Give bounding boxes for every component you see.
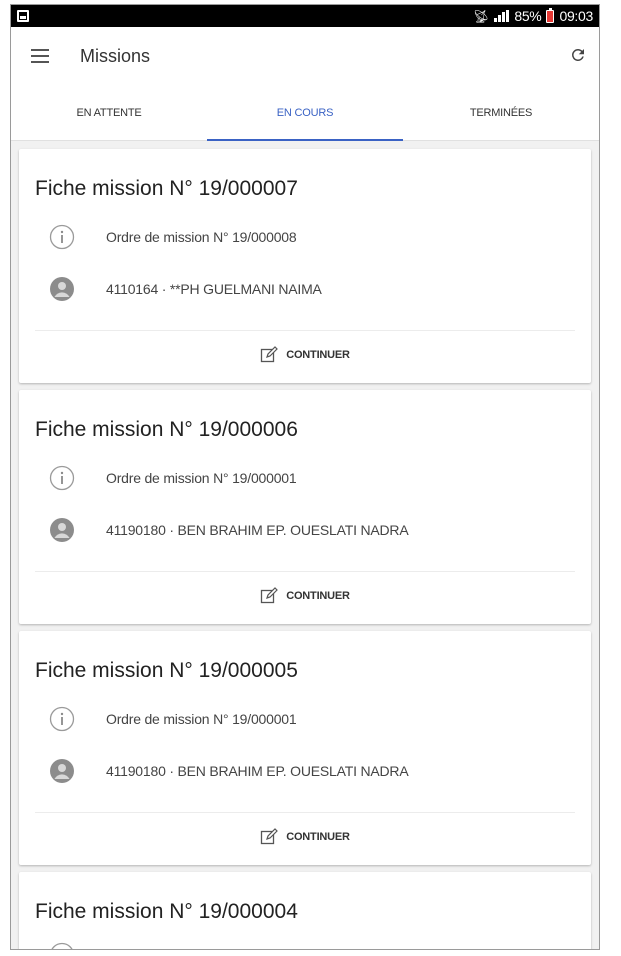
continue-button[interactable]: CONTINUER (19, 828, 591, 846)
continue-button[interactable]: CONTINUER (19, 587, 591, 605)
mission-person: 4110164 · **PH GUELMANI NAIMA (106, 281, 322, 297)
mission-order: Ordre de mission N° 19/000001 (106, 470, 297, 486)
person-icon (50, 759, 74, 783)
tab-en-cours[interactable]: EN COURS (207, 85, 403, 141)
antenna-icon: 📡︎ (472, 8, 490, 24)
page-title: Missions (80, 45, 151, 66)
continue-button[interactable]: CONTINUER (19, 346, 591, 364)
battery-percent: 85% (514, 8, 542, 24)
person-icon (50, 277, 74, 301)
edit-icon (261, 828, 279, 845)
info-icon (49, 224, 75, 250)
divider (35, 571, 575, 572)
mission-card: Fiche mission N° 19/000006 Ordre de miss… (19, 390, 591, 624)
mission-person-row: 4110164 · **PH GUELMANI NAIMA (49, 276, 322, 302)
info-icon (49, 706, 75, 732)
mission-person: 41190180 · BEN BRAHIM EP. OUESLATI NADRA (106, 763, 409, 779)
refresh-icon[interactable] (569, 46, 587, 64)
mission-order: Ordre de mission N° 19/000008 (106, 229, 297, 245)
mission-order-row: Ordre de mission N° 19/000001 (49, 465, 297, 491)
tab-en-attente[interactable]: EN ATTENTE (11, 85, 207, 140)
mission-title: Fiche mission N° 19/000004 (35, 900, 298, 923)
mission-person: 41190180 · BEN BRAHIM EP. OUESLATI NADRA (106, 522, 409, 538)
mission-person-row: 41190180 · BEN BRAHIM EP. OUESLATI NADRA (49, 517, 409, 543)
tab-terminees[interactable]: TERMINÉES (403, 85, 599, 140)
tab-bar: EN ATTENTE EN COURS TERMINÉES (11, 85, 599, 141)
image-icon (17, 10, 29, 22)
continue-label: CONTINUER (286, 349, 350, 361)
continue-label: CONTINUER (286, 831, 350, 843)
mission-list: Fiche mission N° 19/000007 Ordre de miss… (11, 141, 599, 949)
divider (35, 330, 575, 331)
mission-card: Fiche mission N° 19/000005 Ordre de miss… (19, 631, 591, 865)
clock-time: 09:03 (559, 8, 593, 24)
mission-title: Fiche mission N° 19/000007 (35, 177, 298, 200)
mission-order: Ordre de mission N° 19/000001 (106, 711, 297, 727)
divider (35, 812, 575, 813)
mission-card: Fiche mission N° 19/000004 (19, 872, 591, 949)
person-icon (50, 518, 74, 542)
status-bar: 📡︎ 85% 09:03 (11, 5, 599, 27)
info-icon (49, 465, 75, 491)
menu-icon[interactable] (31, 49, 49, 63)
signal-icon (494, 10, 510, 22)
edit-icon (261, 587, 279, 604)
app-window: 📡︎ 85% 09:03 Missions EN ATTENTE EN COUR… (10, 4, 600, 950)
app-bar: Missions (11, 27, 599, 85)
mission-order-row: Ordre de mission N° 19/000001 (49, 706, 297, 732)
mission-card: Fiche mission N° 19/000007 Ordre de miss… (19, 149, 591, 383)
mission-order-row: Ordre de mission N° 19/000008 (49, 224, 297, 250)
mission-title: Fiche mission N° 19/000006 (35, 418, 298, 441)
info-icon (51, 942, 73, 949)
mission-title: Fiche mission N° 19/000005 (35, 659, 298, 682)
continue-label: CONTINUER (286, 590, 350, 602)
edit-icon (261, 346, 279, 363)
battery-icon (546, 7, 555, 23)
mission-person-row: 41190180 · BEN BRAHIM EP. OUESLATI NADRA (49, 758, 409, 784)
